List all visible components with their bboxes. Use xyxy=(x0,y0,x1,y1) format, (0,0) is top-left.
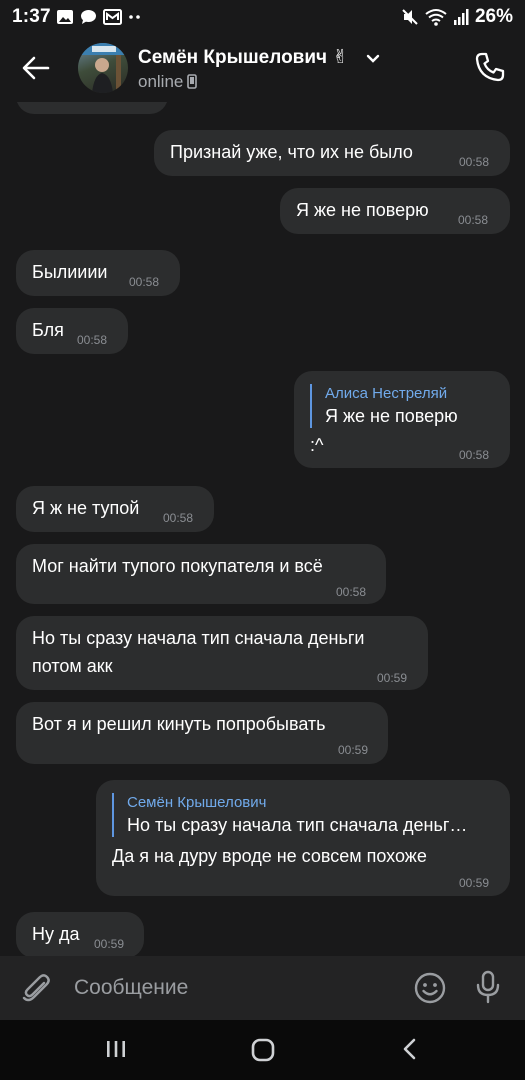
chat-bubble-icon xyxy=(81,10,96,24)
message-bubble-outgoing[interactable]: Я же не поверю 00:58 xyxy=(280,188,510,234)
paperclip-icon[interactable] xyxy=(20,971,52,1005)
message-text: Вот я и решил кинуть попробывать xyxy=(32,714,326,734)
message-bubble-partial[interactable] xyxy=(16,102,168,114)
message-text: Былииии xyxy=(32,262,108,282)
message-time: 00:58 xyxy=(77,333,108,347)
avatar-image xyxy=(78,43,128,93)
message-time: 00:58 xyxy=(163,511,194,525)
message-text: Да я на дуру вроде не совсем похоже xyxy=(112,846,427,866)
reply-quote[interactable]: Семён Крышелович Но ты сразу начала тип … xyxy=(112,793,467,837)
message-time: 00:58 xyxy=(459,155,490,169)
message-bubble-incoming[interactable]: Но ты сразу начала тип сначала деньги по… xyxy=(16,616,428,690)
notification-icons xyxy=(56,9,142,25)
message-bubble-outgoing[interactable]: Признай уже, что их не было 00:58 xyxy=(154,130,510,176)
message-bubble-incoming[interactable]: Ну да 00:59 xyxy=(16,912,144,956)
message-text: Мог найти тупого покупателя и всё xyxy=(32,556,323,576)
more-dots-icon xyxy=(129,15,140,19)
home-icon[interactable] xyxy=(250,1037,276,1063)
back-icon[interactable] xyxy=(400,1038,420,1060)
message-text: Я ж не тупой xyxy=(32,498,140,518)
contact-name[interactable]: Семён Крышелович ✌ xyxy=(138,46,348,69)
mobile-device-icon xyxy=(187,74,198,89)
message-text-line-1: Но ты сразу начала тип сначала деньги xyxy=(32,628,365,648)
back-arrow-icon[interactable] xyxy=(18,50,54,86)
reply-quote[interactable]: Алиса Нестреляй Я же не поверю xyxy=(310,384,458,428)
message-time: 00:59 xyxy=(94,937,125,951)
message-text: :^ xyxy=(310,435,324,455)
message-text: Признай уже, что их не было xyxy=(170,142,413,162)
phone-icon[interactable] xyxy=(473,50,507,84)
mail-icon xyxy=(103,9,122,25)
signal-icon xyxy=(453,9,469,25)
gallery-icon xyxy=(57,10,73,24)
message-bubble-outgoing-reply[interactable]: Алиса Нестреляй Я же не поверю :^ 00:58 xyxy=(294,371,510,468)
message-time: 00:58 xyxy=(459,448,490,462)
microphone-icon[interactable] xyxy=(474,970,502,1004)
system-nav-bar xyxy=(0,1020,525,1080)
message-bubble-incoming[interactable]: Бля 00:58 xyxy=(16,308,128,354)
chevron-down-icon[interactable] xyxy=(366,54,380,64)
message-bubble-incoming[interactable]: Я ж не тупой 00:58 xyxy=(16,486,214,532)
message-bubble-incoming[interactable]: Былииии 00:58 xyxy=(16,250,180,296)
chat-header: Семён Крышелович ✌ online xyxy=(0,34,525,102)
reply-author: Алиса Нестреляй xyxy=(325,385,448,402)
message-time: 00:59 xyxy=(377,671,408,685)
recent-apps-icon[interactable] xyxy=(104,1038,128,1060)
message-text: Бля xyxy=(32,320,64,340)
reply-text: Но ты сразу начала тип сначала деньг… xyxy=(127,815,468,835)
message-input[interactable] xyxy=(66,968,396,1008)
message-text-line-2: потом акк xyxy=(32,656,113,676)
system-status: 26% xyxy=(401,6,513,28)
message-time: 00:59 xyxy=(338,743,369,757)
status-time: 1:37 xyxy=(12,6,51,27)
emoji-icon[interactable] xyxy=(414,972,446,1004)
mute-icon xyxy=(402,9,418,25)
message-text: Ну да xyxy=(32,924,80,944)
message-bubble-outgoing-reply[interactable]: Семён Крышелович Но ты сразу начала тип … xyxy=(96,780,510,896)
message-time: 00:58 xyxy=(129,275,160,289)
reply-author: Семён Крышелович xyxy=(127,794,267,811)
reply-text: Я же не поверю xyxy=(325,406,458,426)
message-composer xyxy=(0,956,525,1020)
avatar[interactable] xyxy=(78,43,128,93)
contact-status: online xyxy=(138,72,198,92)
status-bar: 1:37 26% xyxy=(0,0,525,34)
wifi-icon xyxy=(425,9,447,26)
message-time: 00:59 xyxy=(459,876,490,890)
message-bubble-incoming[interactable]: Мог найти тупого покупателя и всё 00:58 xyxy=(16,544,386,604)
message-time: 00:58 xyxy=(336,585,367,599)
battery-level: 26% xyxy=(474,6,513,27)
message-list[interactable]: Признай уже, что их не было 00:58 Я же н… xyxy=(0,102,525,956)
message-text: Я же не поверю xyxy=(296,200,429,220)
message-time: 00:58 xyxy=(458,213,489,227)
contact-status-text: online xyxy=(138,72,184,91)
message-bubble-incoming[interactable]: Вот я и решил кинуть попробывать 00:59 xyxy=(16,702,388,764)
